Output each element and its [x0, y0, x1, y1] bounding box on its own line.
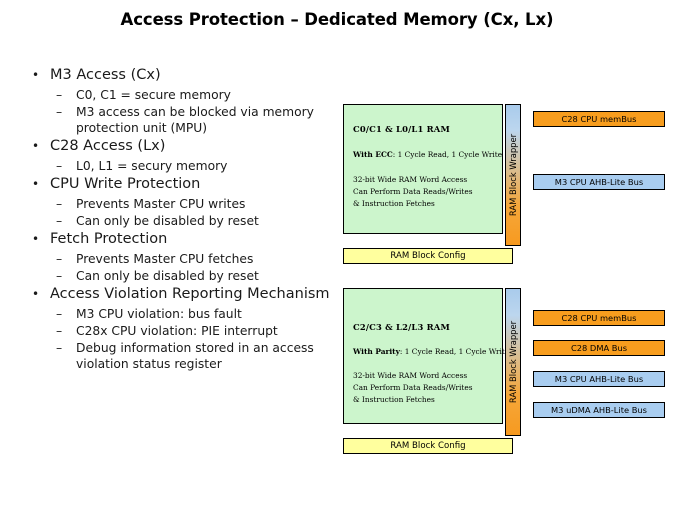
bus-c28-dma: C28 DMA Bus [533, 340, 665, 356]
bullet-text: Can only be disabled by reset [76, 268, 259, 283]
bullet-item-debug-info-register: – Debug information stored in an access … [28, 340, 338, 372]
bullet-text: C28 Access (Lx) [50, 138, 166, 155]
bullet-text: CPU Write Protection [50, 176, 201, 192]
bullet-dash-icon: – [56, 323, 63, 338]
bullet-dash-icon: – [56, 87, 63, 102]
memory-block-perform-line: Can Perform Data Reads/Writes [353, 187, 473, 196]
memory-block-ecc-line: With ECC: 1 Cycle Read, 1 Cycle Write [353, 150, 502, 161]
bullet-item-access-violation-reporting: • Access Violation Reporting Mechanism [28, 285, 338, 305]
ram-block-wrapper-label: RAM Block Wrapper [508, 133, 518, 217]
bullet-dash-icon: – [56, 341, 63, 355]
bullet-item-prevents-fetches: – Prevents Master CPU fetches [28, 251, 338, 267]
bullet-item-m3-access: • M3 Access (Cx) [28, 66, 338, 86]
diagram-dedicated-memory-parity: C2/C3 & L2/L3 RAM With Parity: 1 Cycle R… [343, 288, 673, 456]
bullet-dash-icon: – [56, 306, 63, 321]
bus-c28-cpu-membus: C28 CPU memBus [533, 310, 665, 326]
ecc-label: With ECC [353, 150, 393, 159]
parity-label: With Parity [353, 347, 400, 356]
bus-c28-cpu-membus: C28 CPU memBus [533, 111, 665, 127]
bus-m3-cpu-ahb-lite: M3 CPU AHB-Lite Bus [533, 371, 665, 387]
bullet-dot-icon: • [32, 68, 40, 82]
bullet-dash-icon: – [56, 251, 63, 266]
memory-block-perform-line: Can Perform Data Reads/Writes [353, 383, 473, 392]
bullet-dot-icon: • [32, 177, 40, 191]
ram-block-wrapper-parity: RAM Block Wrapper [505, 288, 521, 436]
bullet-dot-icon: • [32, 232, 40, 246]
bullet-item-l0-l1-secure: – L0, L1 = secury memory [28, 158, 338, 174]
parity-detail: : 1 Cycle Read, 1 Cycle Write [399, 347, 510, 356]
memory-block-parity: C2/C3 & L2/L3 RAM With Parity: 1 Cycle R… [343, 288, 509, 424]
memory-block-fetch-line: & Instruction Fetches [353, 199, 435, 208]
memory-block-title: C2/C3 & L2/L3 RAM [353, 322, 450, 332]
memory-block-ecc: C0/C1 & L0/L1 RAM With ECC: 1 Cycle Read… [343, 104, 503, 234]
bullet-item-c0-c1-secure: – C0, C1 = secure memory [28, 87, 338, 103]
diagram-dedicated-memory-ecc: C0/C1 & L0/L1 RAM With ECC: 1 Cycle Read… [343, 104, 673, 264]
bullet-text: C28x CPU violation: PIE interrupt [76, 323, 278, 338]
ram-block-config-ecc: RAM Block Config [343, 248, 513, 264]
memory-block-title: C0/C1 & L0/L1 RAM [353, 124, 450, 134]
bullet-dash-icon: – [56, 104, 63, 119]
bullet-text: M3 CPU violation: bus fault [76, 306, 242, 321]
ram-block-wrapper-label: RAM Block Wrapper [508, 320, 518, 404]
bullet-item-disabled-by-reset-write: – Can only be disabled by reset [28, 213, 338, 229]
bullet-dot-icon: • [32, 139, 40, 154]
bullet-text: M3 Access (Cx) [50, 67, 161, 83]
bus-m3-cpu-ahb-lite: M3 CPU AHB-Lite Bus [533, 174, 665, 190]
ecc-detail: : 1 Cycle Read, 1 Cycle Write [392, 150, 503, 159]
memory-block-width-line: 32-bit Wide RAM Word Access [353, 371, 468, 380]
bullet-item-cpu-write-protection: • CPU Write Protection [28, 175, 338, 195]
page-title: Access Protection – Dedicated Memory (Cx… [120, 10, 554, 29]
bullet-dot-icon: • [32, 287, 40, 301]
bullet-item-c28x-pie-interrupt: – C28x CPU violation: PIE interrupt [28, 323, 338, 339]
bullet-text: C0, C1 = secure memory [76, 87, 231, 102]
memory-block-fetch-line: & Instruction Fetches [353, 395, 435, 404]
bullet-dash-icon: – [56, 268, 63, 283]
bullet-dash-icon: – [56, 196, 63, 211]
ram-block-config-parity: RAM Block Config [343, 438, 513, 454]
bullet-text: L0, L1 = secury memory [76, 158, 228, 173]
bullet-text: Debug information stored in an access vi… [76, 341, 314, 372]
bullet-text: Prevents Master CPU fetches [76, 251, 254, 266]
bullet-text: Access Violation Reporting Mechanism [50, 286, 330, 302]
bullet-text: Fetch Protection [50, 231, 168, 247]
bullet-item-m3-blocked-mpu: – M3 access can be blocked via memory pr… [28, 104, 338, 136]
bullet-item-fetch-protection: • Fetch Protection [28, 230, 338, 250]
bullet-dash-icon: – [56, 158, 63, 173]
bullet-dash-icon: – [56, 213, 63, 228]
bullet-item-c28-access: • C28 Access (Lx) [28, 137, 338, 157]
bullet-text: Can only be disabled by reset [76, 213, 259, 228]
bullet-item-m3-bus-fault: – M3 CPU violation: bus fault [28, 306, 338, 322]
memory-block-width-line: 32-bit Wide RAM Word Access [353, 175, 468, 184]
bus-m3-udma-ahb-lite: M3 uDMA AHB-Lite Bus [533, 402, 665, 418]
ram-block-wrapper-ecc: RAM Block Wrapper [505, 104, 521, 246]
bullet-text: M3 access can be blocked via memory prot… [76, 104, 314, 135]
bullet-item-prevents-writes: – Prevents Master CPU writes [28, 196, 338, 212]
memory-block-parity-line: With Parity: 1 Cycle Read, 1 Cycle Write [353, 347, 509, 358]
bullet-item-disabled-by-reset-fetch: – Can only be disabled by reset [28, 268, 338, 284]
bullet-text: Prevents Master CPU writes [76, 196, 246, 211]
bullet-list: • M3 Access (Cx) – C0, C1 = secure memor… [28, 66, 338, 373]
